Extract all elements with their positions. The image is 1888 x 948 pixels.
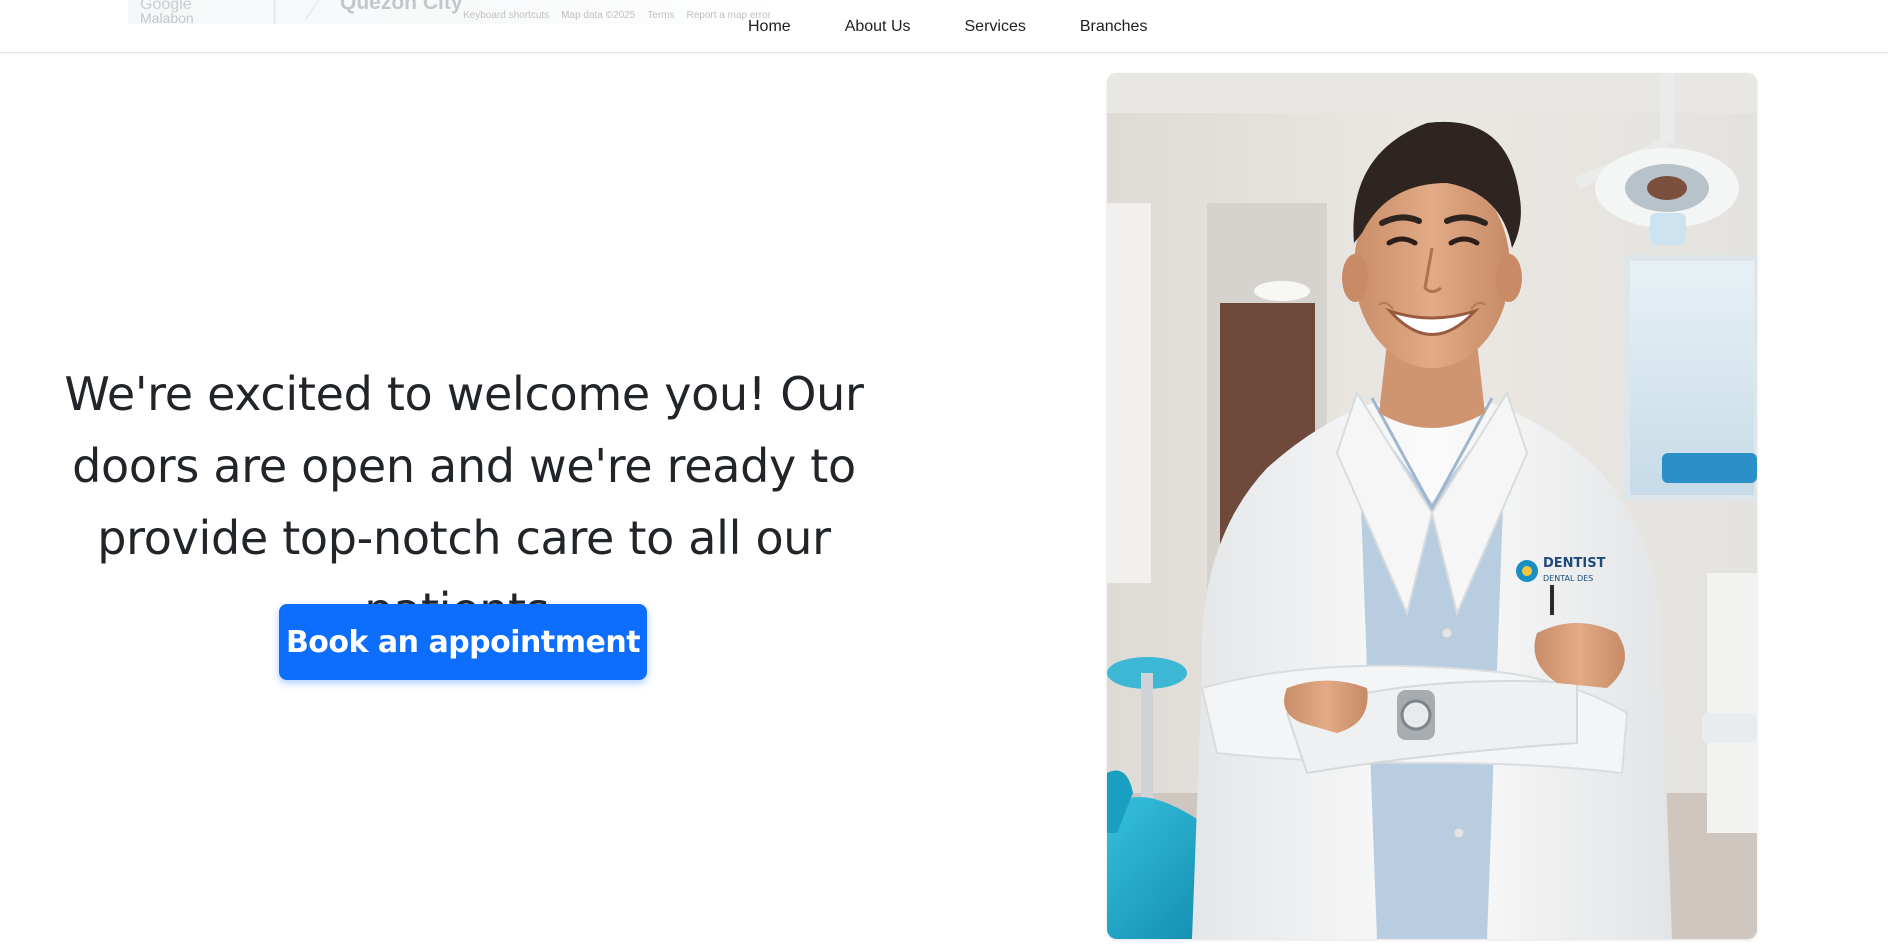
- nav-link-branches[interactable]: Branches: [1080, 18, 1148, 35]
- map-data-label: Map data ©2025: [561, 10, 636, 21]
- nav-link-services[interactable]: Services: [965, 18, 1026, 35]
- hero-heading: We're excited to welcome you! Our doors …: [64, 367, 864, 637]
- map-keyboard-shortcuts-link[interactable]: Keyboard shortcuts: [463, 10, 549, 22]
- coat-logo-subtext: DENTAL DES: [1543, 574, 1593, 583]
- embedded-map-strip[interactable]: Google Malabon Quezon City Keyboard shor…: [128, 0, 778, 24]
- map-terms-link[interactable]: Terms: [647, 10, 674, 22]
- map-footer: Keyboard shortcuts Map data ©2025 Terms …: [463, 10, 771, 22]
- nav-link-home[interactable]: Home: [748, 18, 791, 35]
- nav-item-services: Services: [965, 16, 1026, 36]
- map-road: [273, 0, 276, 24]
- coat-logo-text: DENTIST: [1543, 556, 1606, 571]
- nav-item-branches: Branches: [1080, 16, 1148, 36]
- map-road: [304, 0, 320, 21]
- nav-item-home: Home: [748, 16, 791, 36]
- dentist-photo: DENTIST DENTAL DES: [1107, 73, 1757, 939]
- map-place-label: Malabon: [140, 10, 194, 24]
- book-appointment-button[interactable]: Book an appointment: [279, 604, 647, 680]
- top-navbar: Google Malabon Quezon City Keyboard shor…: [0, 0, 1888, 53]
- nav-link-about-us[interactable]: About Us: [845, 18, 911, 35]
- nav-links: Home About Us Services Branches: [748, 0, 1147, 52]
- hero-section: We're excited to welcome you! Our doors …: [20, 358, 908, 646]
- nav-item-about-us: About Us: [845, 16, 911, 36]
- map-city-label: Quezon City: [340, 0, 463, 14]
